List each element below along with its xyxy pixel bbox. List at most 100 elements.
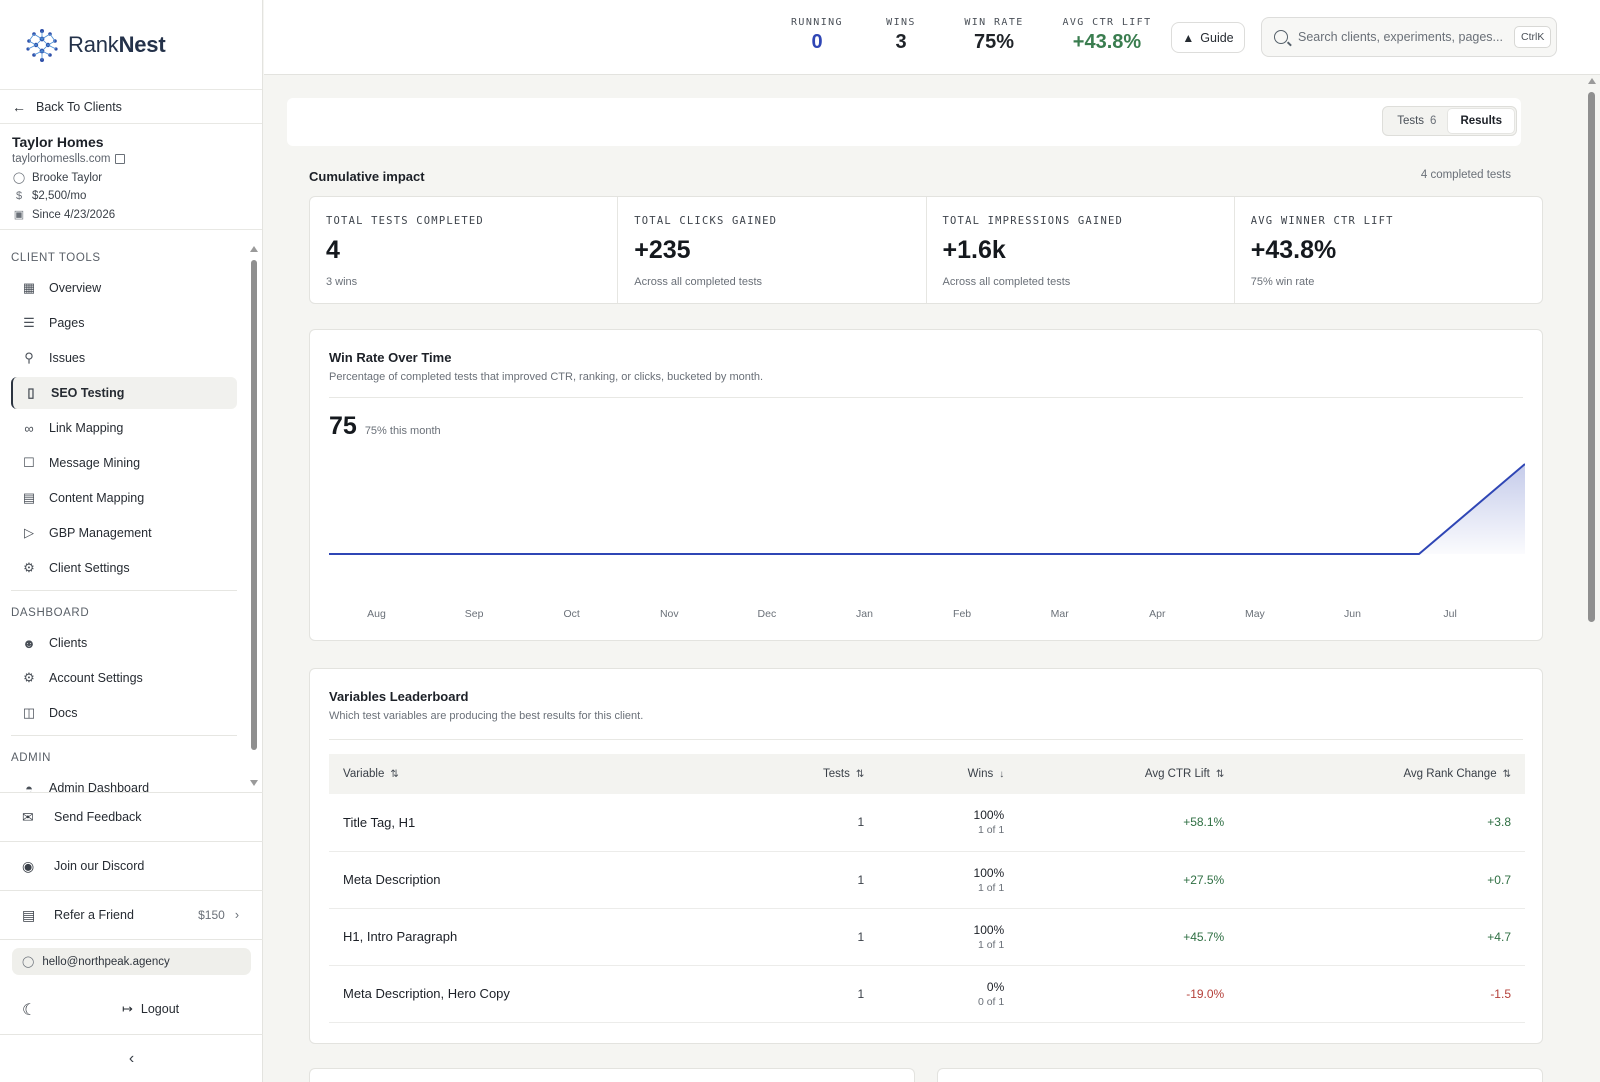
sidebar-item-link-mapping[interactable]: ∞ Link Mapping (11, 412, 237, 444)
sidebar-item-content-mapping[interactable]: ▤ Content Mapping (11, 482, 237, 514)
sidebar-item-pages[interactable]: ☰ Pages (11, 307, 237, 339)
cell-ctr-lift: +58.1% (1018, 794, 1239, 852)
sidebar-item-label: Clients (49, 636, 88, 650)
network-logo-icon (26, 28, 58, 62)
scroll-up-arrow[interactable] (1588, 78, 1596, 84)
user-icon: ◯ (12, 172, 26, 184)
cell-tests: 1 (809, 794, 879, 852)
sidebar-item-docs[interactable]: ◫ Docs (11, 697, 237, 729)
tab-label: Tests (1397, 115, 1425, 127)
chevron-right-icon: › (234, 908, 239, 922)
col-avg-ctr-lift[interactable]: Avg CTR Lift ⇅ (1018, 754, 1238, 794)
sort-icon: ⇅ (390, 769, 399, 780)
table-row[interactable]: Meta Description, Hero Copy 1 0% 0 of 1 -… (329, 965, 1525, 1023)
table-row[interactable]: Title Tag, H1 1 100% 1 of 1 +58.1% +3.8 (329, 794, 1525, 852)
kpi-clicks-gained: TOTAL CLICKS GAINED +235 Across all comp… (618, 197, 927, 303)
link-icon: ∞ (24, 420, 34, 436)
sidebar-item-overview[interactable]: ▦ Overview (11, 272, 237, 304)
sidebar-item-client-settings[interactable]: ⚙ Client Settings (11, 552, 237, 584)
test-tube-icon: ▯ (27, 385, 35, 400)
search-input[interactable] (1298, 30, 1508, 44)
win-fraction: 1 of 1 (977, 881, 1005, 894)
cell-rank-change: +4.7 (1238, 908, 1525, 966)
view-toggle-bar: Tests 6 Results (287, 98, 1521, 146)
cell-tests: 1 (809, 851, 879, 909)
back-to-clients-link[interactable]: ← Back To Clients (0, 90, 262, 124)
cell-variable: Title Tag, H1 (329, 794, 809, 852)
external-link-icon (115, 154, 126, 164)
scrollbar-thumb[interactable] (251, 260, 257, 750)
table-row[interactable]: H1, Intro Paragraph 1 100% 1 of 1 +45.7% … (329, 908, 1525, 966)
guide-button[interactable]: ▲ Guide (1171, 22, 1245, 53)
table-row[interactable]: Meta Description 1 100% 1 of 1 +27.5% +0.… (329, 851, 1525, 909)
column-label: Avg Rank Change (1403, 768, 1497, 780)
sort-icon: ⇅ (1502, 769, 1511, 780)
cumulative-title: Cumulative impact (309, 169, 425, 184)
cell-rank-change: +3.8 (1238, 794, 1525, 852)
discord-label: Join our Discord (54, 859, 145, 873)
table-header-row: Variable ⇅ Tests ⇅ Wins ↓ Avg CTR Lift ⇅ Avg… (329, 754, 1525, 794)
stat-value: 75% (973, 31, 1015, 53)
sidebar-nav: CLIENT TOOLS ▦ Overview ☰ Pages ⚲ Issues ▯ S… (0, 242, 263, 792)
tab-tests[interactable]: Tests 6 (1385, 109, 1448, 133)
join-discord-button[interactable]: ◉ Join our Discord (0, 841, 263, 890)
scroll-down-arrow[interactable] (250, 780, 258, 786)
cell-tests: 1 (809, 965, 879, 1023)
col-wins[interactable]: Wins ↓ (878, 754, 1018, 794)
stat-value: 0 (811, 31, 823, 53)
logout-button[interactable]: ↦ Logout (122, 1001, 179, 1017)
kpi-sub: 75% win rate (1250, 276, 1315, 288)
client-owner: ◯ Brooke Taylor (12, 171, 250, 185)
client-url-link[interactable]: taylorhomeslls.com (12, 153, 250, 165)
sidebar-item-issues[interactable]: ⚲ Issues (11, 342, 237, 374)
collapse-sidebar-button[interactable]: ‹ (0, 1035, 263, 1082)
kpi-label: TOTAL IMPRESSIONS GAINED (942, 215, 1124, 227)
sidebar-item-message-mining[interactable]: ☐ Message Mining (11, 447, 237, 479)
page-scrollbar[interactable] (1587, 78, 1597, 1082)
sort-icon: ⇅ (1215, 769, 1225, 780)
col-variable[interactable]: Variable ⇅ (329, 754, 809, 794)
main-content: Tests 6 Results Cumulative impact 4 compl… (264, 76, 1584, 1082)
col-tests[interactable]: Tests ⇅ (809, 754, 878, 794)
stat-label: WIN RATE (964, 17, 1024, 28)
gift-icon: ▤ (22, 906, 36, 923)
arrow-left-icon: ← (12, 98, 26, 115)
sidebar-item-clients[interactable]: ☻ Clients (11, 627, 237, 659)
x-tick-label: Jan (856, 608, 873, 620)
tab-count: 6 (1430, 115, 1437, 127)
sidebar-item-admin-dashboard[interactable]: ◓ Admin Dashboard (11, 772, 237, 793)
sidebar-item-gbp-management[interactable]: ▷ GBP Management (11, 517, 237, 549)
send-feedback-button[interactable]: ✉ Send Feedback (0, 792, 263, 841)
magnifier-icon: ⚲ (24, 350, 34, 365)
win-rate-title: Win Rate Over Time (329, 350, 452, 365)
x-tick-label: Mar (1051, 608, 1070, 620)
kpi-avg-winner-ctr: AVG WINNER CTR LIFT +43.8% 75% win rate (1235, 197, 1542, 303)
tab-results[interactable]: Results (1448, 109, 1514, 133)
scrollbar-thumb[interactable] (1588, 92, 1595, 622)
divider (11, 735, 237, 736)
price-text: $2,500/mo (32, 190, 87, 202)
section-label-client-tools: CLIENT TOOLS (11, 252, 101, 264)
sidebar-item-label: Client Settings (49, 561, 130, 575)
brand-logo[interactable]: RankNest (0, 0, 262, 90)
dark-mode-toggle-icon[interactable]: ☾ (22, 1000, 40, 1019)
sidebar-item-account-settings[interactable]: ⚙ Account Settings (11, 662, 237, 694)
stat-win-rate: WIN RATE 75% (954, 17, 1034, 54)
x-tick-label: Oct (564, 608, 580, 620)
chevron-left-icon: ‹ (128, 1050, 135, 1067)
x-tick-label: Sep (465, 608, 484, 620)
kpi-label: TOTAL CLICKS GAINED (634, 215, 778, 227)
sidebar-scrollbar[interactable] (250, 246, 258, 786)
sidebar-item-seo-testing[interactable]: ▯ SEO Testing (11, 377, 237, 409)
sidebar-footer: ✉ Send Feedback ◉ Join our Discord ▤ Refer … (0, 792, 263, 1082)
col-avg-rank-change[interactable]: Avg Rank Change ⇅ (1238, 754, 1525, 794)
refer-friend-button[interactable]: ▤ Refer a Friend $150 › (0, 890, 263, 939)
kpi-impressions-gained: TOTAL IMPRESSIONS GAINED +1.6k Across al… (927, 197, 1235, 303)
calendar-icon: ▣ (13, 209, 25, 221)
scroll-up-arrow[interactable] (250, 246, 258, 252)
column-label: Avg CTR Lift (1144, 768, 1210, 780)
brand-name: RankNest (68, 31, 166, 57)
cell-ctr-lift: +27.5% (1018, 851, 1239, 909)
kpi-sub: 3 wins (326, 276, 358, 288)
kpi-value: +43.8% (1250, 236, 1337, 264)
